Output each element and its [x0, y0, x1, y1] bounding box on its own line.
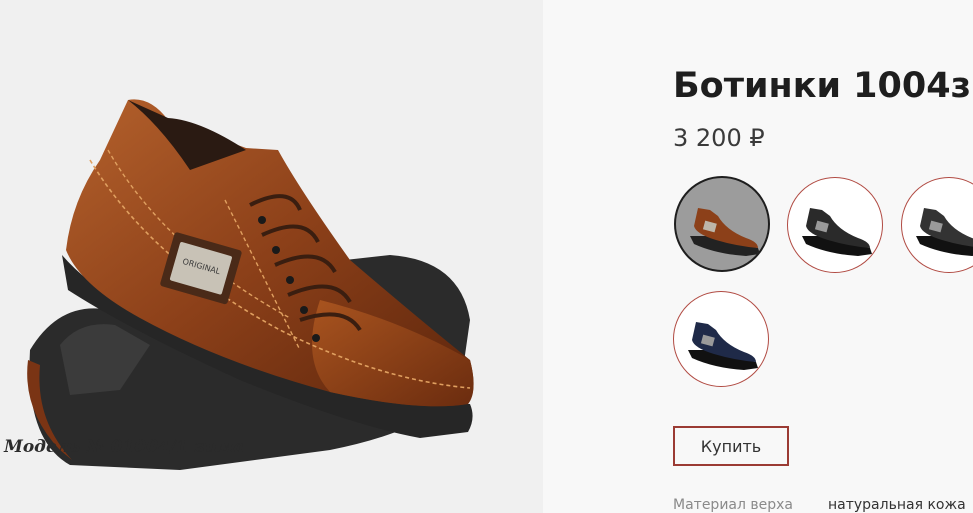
product-image-gallery[interactable]: ORIGINAL Модель № 01004/1 зима [0, 0, 543, 513]
product-title: Ботинки 1004з [673, 66, 971, 106]
spec-value-upper-material: натуральная кожа [828, 497, 966, 513]
buy-button[interactable]: Купить [673, 426, 789, 466]
shoe-thumbnail-icon [802, 208, 872, 256]
product-price: 3 200 ₽ [673, 124, 765, 152]
thumbnail-black[interactable] [787, 177, 883, 273]
spec-label-upper-material: Материал верха [673, 497, 794, 513]
thumbnail-navy[interactable] [673, 291, 769, 387]
model-caption: Модель № 01004/1 зима [4, 437, 245, 457]
shoe-thumbnail-icon [916, 208, 973, 256]
product-info-panel: Ботинки 1004з 3 200 ₽ Купить Материал ве… [543, 0, 973, 513]
thumbnail-black-alt[interactable] [901, 177, 973, 273]
shoe-thumbnail-icon [688, 322, 758, 370]
shoe-thumbnail-icon [690, 208, 760, 256]
thumbnail-brown[interactable] [674, 176, 770, 272]
